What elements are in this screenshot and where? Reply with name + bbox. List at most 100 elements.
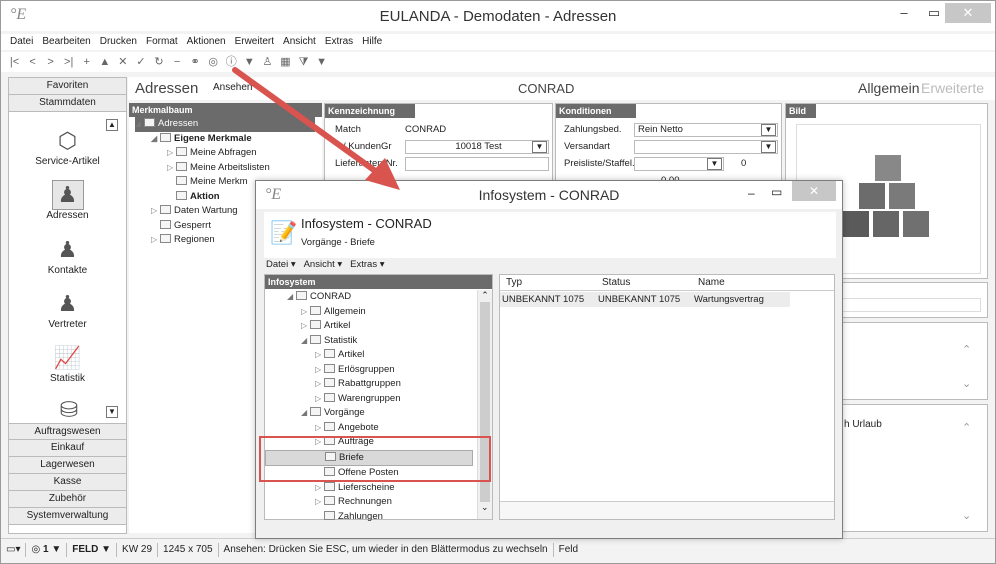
- versand-select[interactable]: [634, 140, 778, 154]
- folder-icon: [160, 219, 171, 229]
- refresh-icon[interactable]: ↻: [152, 52, 167, 72]
- column-name[interactable]: Name: [698, 275, 725, 291]
- sidebar-item-service-artikel[interactable]: ⬡ Service-Artikel: [9, 126, 126, 167]
- dialog-close-button[interactable]: ✕: [792, 181, 836, 201]
- zahlung-dropdown-icon[interactable]: ▼: [761, 124, 776, 136]
- dialog-menu-ansicht[interactable]: Ansicht ▾: [304, 259, 343, 270]
- sidebar-scroll-down-button[interactable]: ▼: [106, 406, 118, 418]
- tree-scrollbar[interactable]: ⌃ ⌄: [477, 290, 492, 519]
- infosystem-tree-item[interactable]: ◢ CONRAD: [265, 290, 492, 305]
- sidebar-tab-stammdaten[interactable]: Stammdaten: [9, 95, 126, 112]
- zahlung-select[interactable]: Rein Netto: [634, 123, 778, 137]
- menu-datei[interactable]: Datei: [10, 34, 33, 50]
- menu-drucken[interactable]: Drucken: [100, 34, 137, 50]
- folder-icon: [324, 496, 335, 505]
- sidebar-tab-auftragswesen[interactable]: Auftragswesen: [9, 423, 126, 440]
- versand-dropdown-icon[interactable]: ▼: [761, 141, 776, 153]
- infosystem-tree-item[interactable]: Zahlungen: [265, 510, 492, 525]
- status-view-icon[interactable]: ▭▾: [1, 543, 27, 557]
- infosystem-tree-item[interactable]: ▷ Artikel: [265, 348, 492, 363]
- dialog-menu-datei[interactable]: Datei ▾: [266, 259, 296, 270]
- infosystem-tree-item[interactable]: ▷ Lieferscheine: [265, 481, 492, 496]
- lieferanten-field[interactable]: [405, 157, 549, 171]
- column-status[interactable]: Status: [602, 275, 630, 291]
- expander-icon[interactable]: ▷: [315, 348, 324, 363]
- sidebar-tab-lagerwesen[interactable]: Lagerwesen: [9, 457, 126, 474]
- tab-allgemein[interactable]: Allgemein: [858, 80, 919, 96]
- dialog-heading: Infosystem - CONRAD: [301, 216, 432, 231]
- infosystem-tree-item[interactable]: ▷ Allgemein: [265, 305, 492, 320]
- table-row[interactable]: UNBEKANNT 1075 UNBEKANNT 1075 Wartungsve…: [500, 292, 790, 307]
- status-counter: ◎ 1 ▼: [26, 543, 68, 557]
- scroll-up-icon[interactable]: ⌃: [962, 343, 971, 356]
- expander-icon[interactable]: ▷: [315, 377, 324, 392]
- folder-icon: [160, 132, 171, 142]
- binoculars-icon[interactable]: ⚭: [188, 52, 203, 72]
- sidebar-item-vertreter[interactable]: ♟ Vertreter: [9, 289, 126, 330]
- kunden-dropdown-icon[interactable]: ▼: [532, 141, 547, 153]
- sidebar-tab-kasse[interactable]: Kasse: [9, 474, 126, 491]
- expander-icon[interactable]: ▷: [301, 319, 310, 334]
- sidebar-item-kontakte[interactable]: ♟ Kontakte: [9, 235, 126, 276]
- infosystem-tree-item[interactable]: ▷ Erlösgruppen: [265, 363, 492, 378]
- expander-icon[interactable]: ▷: [315, 495, 324, 510]
- dialog-menu-extras[interactable]: Extras ▾: [350, 259, 384, 270]
- sidebar-item-adressen[interactable]: ♟ Adressen: [9, 180, 126, 221]
- infosystem-tree-item[interactable]: ▷ Rechnungen: [265, 495, 492, 510]
- expander-icon[interactable]: ◢: [301, 334, 310, 349]
- minimize-button[interactable]: –: [889, 3, 919, 23]
- close-button[interactable]: ✕: [945, 3, 991, 23]
- infosystem-tree-item[interactable]: ▷ Artikel: [265, 319, 492, 334]
- sidebar-item-label: Statistik: [49, 373, 85, 384]
- scroll-down-icon[interactable]: ⌄: [962, 377, 971, 390]
- staffel-value[interactable]: 0: [741, 156, 746, 172]
- sidebar-tab-favoriten[interactable]: Favoriten: [9, 78, 126, 95]
- next-record-icon[interactable]: >: [43, 52, 58, 72]
- expander-icon[interactable]: ▷: [315, 481, 324, 496]
- sidebar-tab-systemverwaltung[interactable]: Systemverwaltung: [9, 508, 126, 525]
- expander-icon[interactable]: ◢: [287, 290, 296, 305]
- urlaub-note: h Urlaub: [844, 419, 882, 430]
- confirm-icon[interactable]: ✓: [133, 52, 148, 72]
- scroll-up-icon[interactable]: ⌃: [962, 421, 971, 434]
- infosystem-tree-item[interactable]: ▷ Rabattgruppen: [265, 377, 492, 392]
- tab-erweiterte[interactable]: Erweiterte: [921, 80, 984, 96]
- menu-extras[interactable]: Extras: [325, 34, 353, 50]
- dialog-minimize-button[interactable]: –: [748, 186, 755, 200]
- infosystem-tree-item[interactable]: ◢ Vorgänge: [265, 406, 492, 421]
- preis-dropdown-icon[interactable]: ▼: [707, 158, 722, 170]
- last-record-icon[interactable]: >|: [61, 52, 76, 72]
- folder-icon: [324, 510, 335, 520]
- column-typ[interactable]: Typ: [506, 275, 522, 291]
- menu-format[interactable]: Format: [146, 34, 178, 50]
- sidebar-tab-einkauf[interactable]: Einkauf: [9, 440, 126, 457]
- prev-record-icon[interactable]: <: [25, 52, 40, 72]
- infosystem-tree-item[interactable]: ▷ Angebote: [265, 421, 492, 436]
- menu-hilfe[interactable]: Hilfe: [362, 34, 382, 50]
- sidebar-tab-zubehoer[interactable]: Zubehör: [9, 491, 126, 508]
- expander-icon[interactable]: ◢: [301, 406, 310, 421]
- cancel-icon[interactable]: ✕: [115, 52, 130, 72]
- scroll-down-icon[interactable]: ⌄: [962, 509, 971, 522]
- expander-icon[interactable]: ▷: [301, 305, 310, 320]
- menu-bearbeiten[interactable]: Bearbeiten: [42, 34, 90, 50]
- expander-icon[interactable]: ▷: [315, 421, 324, 436]
- dialog-maximize-button[interactable]: ▭: [771, 185, 782, 199]
- target-icon[interactable]: ◎: [206, 52, 221, 72]
- minus-icon[interactable]: −: [170, 52, 185, 72]
- menu-erweitert[interactable]: Erweitert: [235, 34, 274, 50]
- infosystem-tree-item[interactable]: ◢ Statistik: [265, 334, 492, 349]
- sidebar-item-statistik[interactable]: 📈 Statistik: [9, 343, 126, 384]
- tree-scroll-down-icon[interactable]: ⌄: [481, 502, 489, 513]
- tree-item-label: CONRAD: [310, 291, 352, 302]
- menu-ansicht[interactable]: Ansicht: [283, 34, 316, 50]
- tree-scroll-up-icon[interactable]: ⌃: [478, 290, 492, 301]
- first-record-icon[interactable]: |<: [7, 52, 22, 72]
- expander-icon[interactable]: ▷: [315, 392, 324, 407]
- expander-icon[interactable]: ▷: [315, 363, 324, 378]
- up-icon[interactable]: ▲: [97, 52, 112, 72]
- menu-aktionen[interactable]: Aktionen: [187, 34, 226, 50]
- infosystem-tree-item[interactable]: ▷ Warengruppen: [265, 392, 492, 407]
- add-icon[interactable]: +: [79, 52, 94, 72]
- kunden-select[interactable]: 10018 Test: [405, 140, 549, 154]
